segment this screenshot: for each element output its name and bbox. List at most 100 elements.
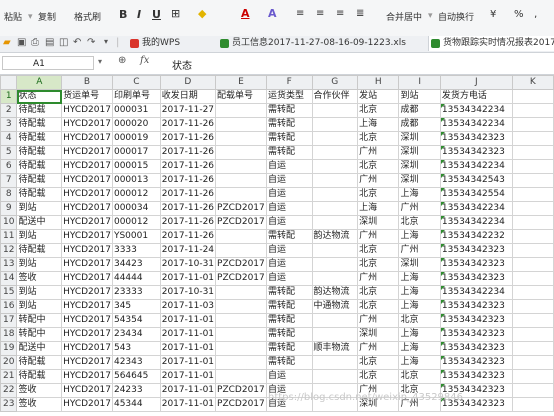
cell-b8[interactable]: HYCD2017 xyxy=(61,187,113,202)
cell-g21[interactable] xyxy=(311,369,359,384)
cell-c1[interactable]: 印刷单号 xyxy=(111,89,161,104)
cell-h4[interactable]: 北京 xyxy=(357,131,400,146)
cell-k17[interactable] xyxy=(511,313,554,328)
cell-c20[interactable]: 42343 xyxy=(111,355,161,370)
cell-i4[interactable]: 深圳 xyxy=(398,131,441,146)
cell-f19[interactable]: 需转配 xyxy=(265,341,313,356)
italic-button[interactable]: I xyxy=(137,8,141,21)
cell-e12[interactable] xyxy=(215,243,267,258)
cell-e23[interactable]: PZCD2017 xyxy=(215,397,267,412)
row-header[interactable]: 20 xyxy=(0,355,18,370)
cell-b12[interactable]: HYCD2017 xyxy=(61,243,113,258)
row-header[interactable]: 19 xyxy=(0,341,18,356)
row-header[interactable]: 22 xyxy=(0,383,18,398)
select-all-corner[interactable] xyxy=(0,75,18,90)
cell-h8[interactable]: 北京 xyxy=(357,187,400,202)
cell-d20[interactable]: 2017-11-01 xyxy=(159,355,217,370)
cell-k6[interactable] xyxy=(511,159,554,174)
cell-e11[interactable] xyxy=(215,229,267,244)
cell-a16[interactable]: 到站 xyxy=(16,299,63,314)
cell-b15[interactable]: HYCD2017 xyxy=(61,285,113,300)
customize-dropdown-icon[interactable]: ▾ xyxy=(104,37,108,46)
cell-c9[interactable]: 000034 xyxy=(111,201,161,216)
cell-k14[interactable] xyxy=(511,271,554,286)
cell-i8[interactable]: 上海 xyxy=(398,187,441,202)
cell-j15[interactable]: 13534342234 xyxy=(439,285,513,300)
cell-e8[interactable] xyxy=(215,187,267,202)
percent-button[interactable]: % xyxy=(514,9,524,20)
cell-a2[interactable]: 待配载 xyxy=(16,103,63,118)
cell-i2[interactable]: 成都 xyxy=(398,103,441,118)
cell-e1[interactable]: 配载单号 xyxy=(215,89,267,104)
cell-a22[interactable]: 签收 xyxy=(16,383,63,398)
cell-g6[interactable] xyxy=(311,159,359,174)
border-icon[interactable]: ⊞ xyxy=(171,7,180,20)
cell-k11[interactable] xyxy=(511,229,554,244)
spreadsheet-grid[interactable]: ABCDEFGHIJK 1 状态 货运单号 印刷单号 收发日期 配载单号 运货类型 合作伙伴发… xyxy=(0,75,554,412)
row-header[interactable]: 9 xyxy=(0,201,18,216)
cell-f15[interactable]: 需转配 xyxy=(265,285,313,300)
cell-h7[interactable]: 广州 xyxy=(357,173,400,188)
cell-a6[interactable]: 待配载 xyxy=(16,159,63,174)
cell-a10[interactable]: 配送中 xyxy=(16,215,63,230)
justify-icon[interactable]: ≣ xyxy=(356,8,364,19)
underline-button[interactable]: U xyxy=(152,8,161,21)
cell-c4[interactable]: 000019 xyxy=(111,131,161,146)
cell-j1[interactable]: 发货方电话 xyxy=(439,89,513,104)
cell-d10[interactable]: 2017-11-26 xyxy=(159,215,217,230)
cell-b11[interactable]: HYCD2017 xyxy=(61,229,113,244)
cell-d7[interactable]: 2017-11-26 xyxy=(159,173,217,188)
cell-d1[interactable]: 收发日期 xyxy=(159,89,217,104)
cell-k22[interactable] xyxy=(511,383,554,398)
cell-d18[interactable]: 2017-11-01 xyxy=(159,327,217,342)
format-painter-button[interactable]: 格式刷 xyxy=(74,10,101,23)
cell-i7[interactable]: 深圳 xyxy=(398,173,441,188)
cell-h6[interactable]: 北京 xyxy=(357,159,400,174)
preview-icon[interactable]: ◫ xyxy=(59,37,68,48)
cell-h14[interactable]: 广州 xyxy=(357,271,400,286)
cell-c18[interactable]: 23434 xyxy=(111,327,161,342)
merge-center-button[interactable]: 合并居中 xyxy=(386,10,422,23)
cell-e9[interactable]: PZCD2017 xyxy=(215,201,267,216)
paste-button[interactable]: 粘贴 xyxy=(4,10,22,23)
bold-button[interactable]: B xyxy=(119,8,127,21)
cell-k23[interactable] xyxy=(511,397,554,412)
cell-j7[interactable]: 13534342543 xyxy=(439,173,513,188)
cell-g11[interactable]: 韵达物流 xyxy=(311,229,359,244)
cell-k20[interactable] xyxy=(511,355,554,370)
cell-b18[interactable]: HYCD2017 xyxy=(61,327,113,342)
cell-d12[interactable]: 2017-11-24 xyxy=(159,243,217,258)
cell-h16[interactable]: 北京 xyxy=(357,299,400,314)
cell-d16[interactable]: 2017-11-03 xyxy=(159,299,217,314)
zoom-icon[interactable]: ⊕ xyxy=(118,55,126,66)
cell-c23[interactable]: 45344 xyxy=(111,397,161,412)
column-header-i[interactable]: I xyxy=(398,75,441,90)
cell-f2[interactable]: 需转配 xyxy=(265,103,313,118)
thousands-separator-icon[interactable]: ‚ xyxy=(534,9,537,20)
cell-c6[interactable]: 000015 xyxy=(111,159,161,174)
cell-a14[interactable]: 签收 xyxy=(16,271,63,286)
cell-c2[interactable]: 000031 xyxy=(111,103,161,118)
cell-e10[interactable]: PZCD2017 xyxy=(215,215,267,230)
cell-b17[interactable]: HYCD2017 xyxy=(61,313,113,328)
cell-d8[interactable]: 2017-11-26 xyxy=(159,187,217,202)
cell-i6[interactable]: 深圳 xyxy=(398,159,441,174)
cell-k2[interactable] xyxy=(511,103,554,118)
cell-c17[interactable]: 54354 xyxy=(111,313,161,328)
cell-g16[interactable]: 中通物流 xyxy=(311,299,359,314)
cell-a5[interactable]: 待配载 xyxy=(16,145,63,160)
cell-d17[interactable]: 2017-11-01 xyxy=(159,313,217,328)
cell-d19[interactable]: 2017-11-01 xyxy=(159,341,217,356)
tab-my-wps[interactable]: 我的WPS xyxy=(128,36,180,51)
column-header-g[interactable]: G xyxy=(311,75,359,90)
cell-g8[interactable] xyxy=(311,187,359,202)
cell-a9[interactable]: 到站 xyxy=(16,201,63,216)
cell-k5[interactable] xyxy=(511,145,554,160)
cell-f7[interactable]: 自运 xyxy=(265,173,313,188)
cell-b14[interactable]: HYCD2017 xyxy=(61,271,113,286)
cell-i14[interactable]: 上海 xyxy=(398,271,441,286)
cell-k16[interactable] xyxy=(511,299,554,314)
cell-i17[interactable]: 北京 xyxy=(398,313,441,328)
cell-c16[interactable]: 345 xyxy=(111,299,161,314)
cell-h17[interactable]: 广州 xyxy=(357,313,400,328)
